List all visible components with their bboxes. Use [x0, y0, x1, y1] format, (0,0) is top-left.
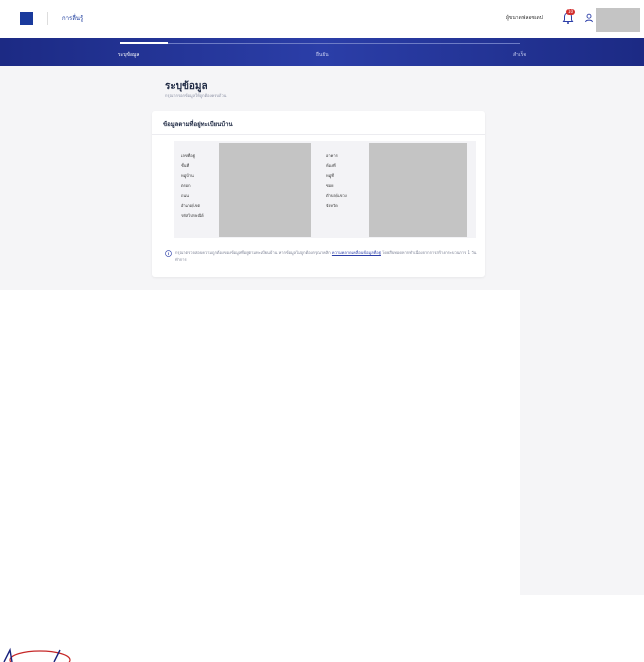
info-note: กรุณาตรวจสอบความถูกต้องของข้อมูลที่อยู่ต…	[175, 249, 480, 263]
info-text: กรุณาตรวจสอบความถูกต้องของข้อมูลที่อยู่ต…	[175, 250, 331, 255]
address-correction-link[interactable]: ความคลาดเคลื่อนข้อมูลที่อยู่	[332, 250, 381, 255]
field-label-road: ถนน	[181, 193, 189, 198]
progress-stepper: ระบุข้อมูล ยืนยัน สำเร็จ	[0, 38, 644, 66]
lower-area	[0, 290, 520, 595]
notification-badge: 10	[566, 9, 575, 15]
field-label-province: จังหวัด	[326, 203, 338, 208]
field-label-moo: หมู่ที่	[326, 173, 334, 178]
field-label-floor: ชั้นที่	[181, 163, 190, 168]
field-label-postcode: รหัสไปรษณีย์	[181, 213, 204, 218]
step-3-label: สำเร็จ	[513, 52, 527, 58]
stepper-track-active	[120, 42, 168, 44]
stepper-track	[120, 43, 520, 44]
app-logo[interactable]	[20, 12, 33, 25]
field-label-subdistrict: ตำบล/แขวง	[326, 193, 347, 198]
user-name[interactable]: ผู้ขนาดฟลอซเดป	[506, 14, 543, 22]
redacted-left-values	[219, 143, 311, 237]
page-subtitle: กรุณากรอกข้อมูลให้ถูกต้องครบถ้วน	[165, 93, 227, 98]
card-title: ข้อมูลตามที่อยู่ทะเบียนบ้าน	[163, 121, 233, 128]
field-label-room: ห้องที่	[326, 163, 336, 168]
top-bar	[0, 0, 644, 38]
watermark-stamp	[3, 647, 71, 662]
card-divider	[152, 134, 485, 135]
info-icon	[165, 250, 172, 257]
right-strip	[520, 66, 644, 595]
redacted-right-values	[369, 143, 467, 237]
topbar-divider	[47, 12, 48, 25]
brand-name[interactable]: การลื่นรู้	[62, 13, 83, 23]
field-label-alley: ตรอก	[181, 183, 191, 188]
field-label-village: หมู่บ้าน	[181, 173, 194, 178]
field-label-house-no: เลขที่อยู่	[181, 153, 195, 158]
step-2-label: ยืนยัน	[316, 52, 329, 58]
field-label-soi: ซอย	[326, 183, 334, 188]
field-label-building: อาคาร	[326, 153, 338, 158]
avatar[interactable]	[596, 8, 640, 32]
step-1-label: ระบุข้อมูล	[118, 52, 140, 58]
field-label-district: อำเภอ/เขต	[181, 203, 201, 208]
person-icon[interactable]	[584, 13, 594, 23]
